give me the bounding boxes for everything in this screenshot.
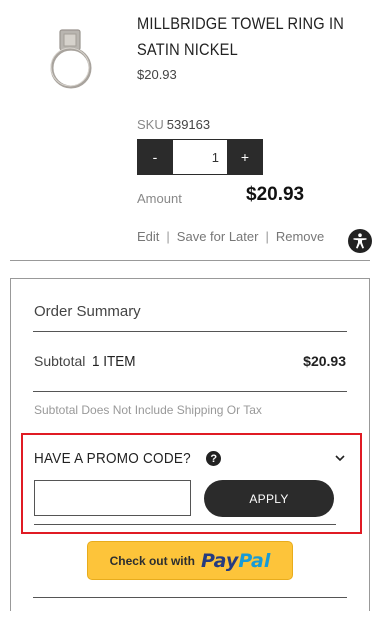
sku: SKU 539163	[137, 117, 210, 132]
product-title[interactable]: MILLBRIDGE TOWEL RING IN SATIN NICKEL	[137, 11, 357, 63]
subtotal-label: Subtotal 1 ITEM	[34, 353, 141, 370]
shipping-tax-note: Subtotal Does Not Include Shipping Or Ta…	[34, 403, 262, 417]
quantity-stepper: - 1 +	[137, 139, 263, 175]
subtotal-item-count: 1 ITEM	[92, 353, 136, 370]
accessibility-icon[interactable]	[348, 229, 372, 253]
order-summary-title: Order Summary	[34, 303, 141, 320]
edit-link[interactable]: Edit	[137, 229, 159, 244]
divider	[33, 331, 347, 332]
order-summary-panel: Order Summary Subtotal 1 ITEM $20.93 Sub…	[10, 278, 370, 611]
subtotal-value: $20.93	[303, 353, 346, 369]
promo-code-toggle[interactable]: HAVE A PROMO CODE? ?	[34, 450, 222, 467]
paypal-checkout-button[interactable]: Check out with Pay Pal	[87, 541, 293, 580]
towel-ring-image	[50, 29, 92, 89]
help-icon[interactable]: ?	[206, 451, 222, 466]
amount-value: $20.93	[246, 184, 305, 205]
remove-link[interactable]: Remove	[276, 229, 324, 244]
product-price: $20.93	[137, 67, 177, 82]
sku-label: SKU	[137, 117, 164, 132]
divider	[33, 597, 347, 598]
paypal-prefix: Check out with	[109, 553, 195, 568]
sku-value: 539163	[166, 117, 211, 132]
subtotal-text: Subtotal	[34, 353, 86, 369]
apply-button[interactable]: APPLY	[204, 480, 334, 517]
promo-code-section: HAVE A PROMO CODE? ? APPLY	[21, 433, 362, 534]
promo-code-input[interactable]	[34, 480, 191, 516]
amount-label: Amount	[137, 191, 182, 206]
quantity-input[interactable]: 1	[173, 139, 227, 175]
decrement-button[interactable]: -	[137, 139, 173, 175]
product-image[interactable]	[36, 24, 110, 98]
separator: |	[265, 229, 269, 244]
increment-button[interactable]: +	[227, 139, 263, 175]
paypal-logo-pay: Pay	[200, 549, 239, 572]
paypal-logo-pal: Pal	[238, 549, 271, 572]
promo-code-title: HAVE A PROMO CODE?	[34, 450, 191, 467]
divider	[10, 260, 370, 261]
divider	[34, 524, 336, 525]
divider	[33, 391, 347, 392]
save-for-later-link[interactable]: Save for Later	[177, 229, 259, 244]
separator: |	[166, 229, 170, 244]
chevron-down-icon[interactable]	[334, 453, 346, 463]
item-actions: Edit | Save for Later | Remove	[137, 229, 324, 244]
